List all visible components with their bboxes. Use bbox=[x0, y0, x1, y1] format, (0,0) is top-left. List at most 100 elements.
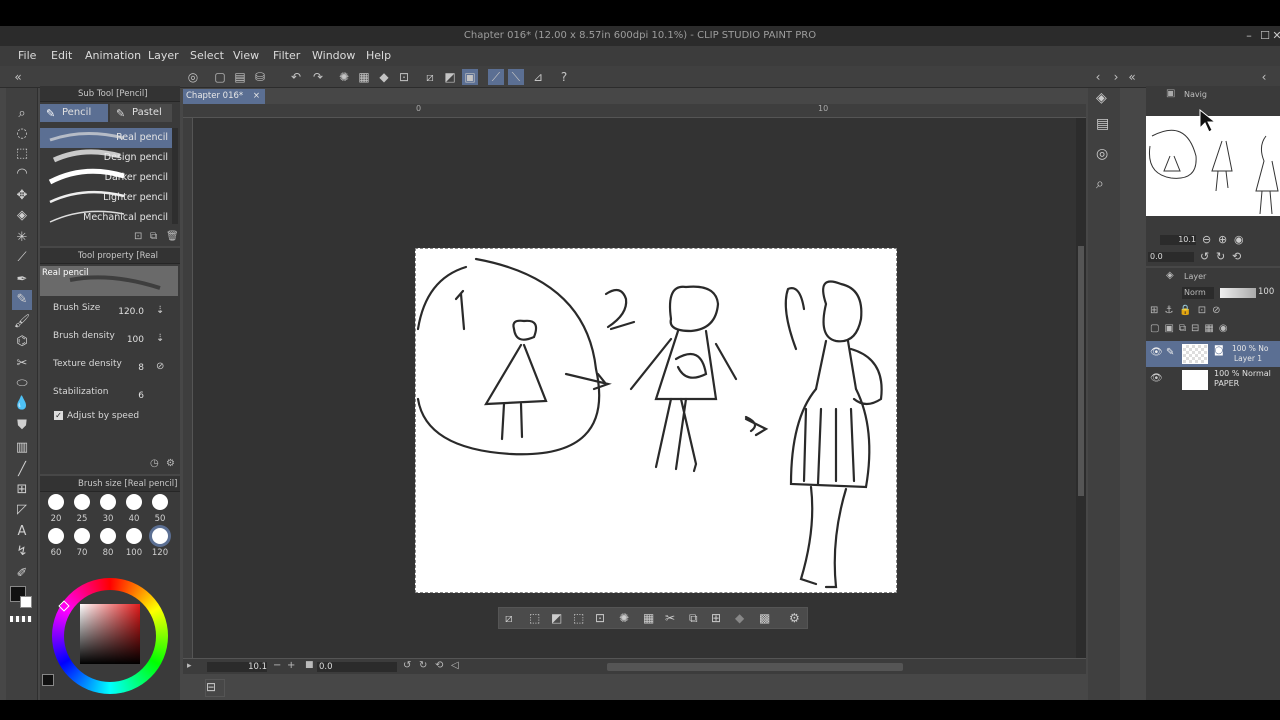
menu-help[interactable]: Help bbox=[366, 46, 391, 66]
launcher-tone-icon[interactable]: ▦ bbox=[643, 611, 654, 625]
move-layer-tool-icon[interactable]: ◌ bbox=[12, 124, 32, 144]
brush-list-scrollbar[interactable] bbox=[172, 128, 178, 224]
collapse-icon[interactable]: « bbox=[10, 69, 26, 85]
horizontal-scroll-thumb[interactable] bbox=[607, 663, 903, 671]
drawing-paper[interactable] bbox=[415, 248, 897, 593]
rotate-right-icon[interactable]: ↻ bbox=[419, 660, 427, 671]
navigator-angle-field[interactable]: 0.0 bbox=[1148, 252, 1194, 262]
navigator-zoom-field[interactable]: 10.1 bbox=[1160, 235, 1196, 245]
move-tool-icon[interactable]: ✥ bbox=[12, 186, 32, 206]
launcher-copy-icon[interactable]: ⧉ bbox=[689, 611, 698, 626]
frame-border-tool-icon[interactable]: ⊞ bbox=[12, 480, 32, 500]
pencil-tool-icon[interactable]: ✎ bbox=[12, 290, 32, 310]
property-detail-icon[interactable]: ⚙ bbox=[166, 458, 175, 469]
invert-selection-icon[interactable]: ◩ bbox=[442, 69, 458, 85]
snap-grid-icon[interactable]: ⊿ bbox=[530, 69, 546, 85]
launcher-invert-icon[interactable]: ◩ bbox=[551, 611, 562, 625]
opacity-value[interactable]: 100 bbox=[1258, 287, 1274, 297]
magic-wand-tool-icon[interactable]: ✳ bbox=[12, 228, 32, 248]
layer-search-icon[interactable]: ◎ bbox=[1096, 146, 1108, 162]
brush-size-dot[interactable] bbox=[126, 528, 142, 544]
eyedropper-tool-icon[interactable]: ⟋ bbox=[12, 248, 32, 268]
navigator-reset-icon[interactable]: ⟲ bbox=[1232, 250, 1241, 263]
launcher-clear-icon[interactable]: ◆ bbox=[735, 611, 744, 625]
menu-select[interactable]: Select bbox=[190, 46, 224, 66]
navigator-rotate-right-icon[interactable]: ↻ bbox=[1216, 250, 1225, 263]
collapse-right-icon[interactable]: « bbox=[1124, 69, 1140, 85]
undo-icon[interactable]: ↶ bbox=[288, 69, 304, 85]
launcher-settings-icon[interactable]: ⚙ bbox=[789, 611, 800, 625]
layer-row-layer1[interactable]: 👁 ✎ ◙ 100 % No Layer 1 bbox=[1146, 341, 1280, 367]
close-button[interactable]: ✕ bbox=[1268, 26, 1280, 46]
gradient-tool-icon[interactable]: ▥ bbox=[12, 438, 32, 458]
deselect-icon[interactable]: ⧄ bbox=[422, 69, 438, 85]
brush-size-dot[interactable] bbox=[152, 494, 168, 510]
launcher-fill-icon[interactable]: ✺ bbox=[619, 611, 629, 625]
brush-size-value[interactable]: 120.0 bbox=[110, 307, 144, 317]
brush-size-dot[interactable] bbox=[74, 494, 90, 510]
tone-icon[interactable]: ▦ bbox=[356, 69, 372, 85]
panel-nav-left-icon[interactable]: ‹ bbox=[1090, 69, 1106, 85]
menu-filter[interactable]: Filter bbox=[273, 46, 300, 66]
layer1-visibility-icon[interactable]: 👁 bbox=[1150, 347, 1163, 358]
opacity-slider[interactable] bbox=[1220, 288, 1256, 298]
timeline-toggle-icon[interactable]: ⊟ bbox=[205, 679, 225, 697]
navigator-zoom-out-icon[interactable]: ⊖ bbox=[1202, 233, 1211, 246]
brush-density-value[interactable]: 100 bbox=[110, 335, 144, 345]
snap-ruler-icon[interactable]: ⟋ bbox=[488, 69, 504, 85]
text-tool-icon[interactable]: A bbox=[12, 522, 32, 542]
launcher-pattern-icon[interactable]: ▩ bbox=[759, 611, 770, 625]
brush-density-pressure-icon[interactable]: ⇣ bbox=[156, 333, 164, 344]
zoom-in-icon[interactable]: + bbox=[287, 660, 295, 671]
status-zoom-field[interactable]: 10.1 bbox=[207, 662, 267, 672]
layer-property-icon[interactable]: ◈ bbox=[1096, 90, 1107, 106]
stabilization-value[interactable]: 6 bbox=[110, 391, 144, 401]
eraser-selection-icon[interactable]: ◆ bbox=[376, 69, 392, 85]
adjust-speed-checkbox[interactable]: ✓ bbox=[54, 411, 63, 420]
help-icon[interactable]: ? bbox=[556, 69, 572, 85]
correct-line-tool-icon[interactable]: ✐ bbox=[12, 564, 32, 584]
layer-tools-row-2[interactable]: ▢▣⧉⊟▦◉ bbox=[1150, 323, 1278, 337]
menu-window[interactable]: Window bbox=[312, 46, 355, 66]
texture-density-value[interactable]: 8 bbox=[110, 363, 144, 373]
launcher-deselect-icon[interactable]: ⧄ bbox=[505, 611, 513, 626]
canvas-tab[interactable]: Chapter 016* × bbox=[183, 89, 265, 104]
material-icon[interactable]: ▤ bbox=[1096, 116, 1109, 132]
eraser2-tool-icon[interactable]: ⬭ bbox=[12, 374, 32, 394]
fit-icon[interactable]: ■ bbox=[305, 660, 314, 670]
pen-tool-icon[interactable]: ✒ bbox=[12, 270, 32, 290]
airbrush-tool-icon[interactable]: ⌬ bbox=[12, 332, 32, 352]
menu-animation[interactable]: Animation bbox=[85, 46, 141, 66]
subtool-menu-icon[interactable]: ⊡ bbox=[134, 231, 142, 242]
layer-row-paper[interactable]: 👁 100 % Normal PAPER bbox=[1146, 367, 1280, 393]
launcher-transform-icon[interactable]: ⊞ bbox=[711, 611, 721, 625]
transform-icon[interactable]: ⊡ bbox=[396, 69, 412, 85]
vertical-scroll-thumb[interactable] bbox=[1078, 246, 1084, 496]
eraser-tool-icon[interactable]: ◈ bbox=[12, 206, 32, 226]
show-selection-icon[interactable]: ▣ bbox=[462, 69, 478, 85]
brush-tool-icon[interactable]: 🖌 bbox=[12, 312, 32, 332]
reset-property-icon[interactable]: ◷ bbox=[150, 458, 159, 469]
open-file-icon[interactable]: ▤ bbox=[232, 69, 248, 85]
panel-expand-icon[interactable]: ‹ bbox=[1256, 69, 1272, 85]
launcher-cut-icon[interactable]: ✂ bbox=[665, 611, 675, 625]
wheel-main-color[interactable] bbox=[42, 674, 54, 686]
launcher-shrink-icon[interactable]: ⊡ bbox=[595, 611, 605, 625]
launcher-select-icon[interactable]: ⬚ bbox=[529, 611, 540, 625]
rotate-left-icon[interactable]: ↺ bbox=[403, 660, 411, 671]
navigator-tab[interactable]: Navig bbox=[1184, 90, 1207, 99]
menu-view[interactable]: View bbox=[233, 46, 259, 66]
vertical-scrollbar[interactable] bbox=[1076, 118, 1086, 658]
menu-file[interactable]: File bbox=[18, 46, 36, 66]
menu-layer[interactable]: Layer bbox=[148, 46, 179, 66]
zoom-tool-icon[interactable]: ⌕ bbox=[12, 104, 32, 124]
blend-tool-icon[interactable]: 💧 bbox=[12, 394, 32, 414]
paper-visibility-icon[interactable]: 👁 bbox=[1150, 373, 1163, 384]
figure-tool-icon[interactable]: ╱ bbox=[12, 460, 32, 480]
flip-icon[interactable]: ◁ bbox=[451, 660, 459, 671]
brush-size-dot[interactable] bbox=[100, 528, 116, 544]
menu-edit[interactable]: Edit bbox=[51, 46, 72, 66]
delete-subtool-icon[interactable]: 🗑 bbox=[166, 231, 179, 242]
brush-size-dot[interactable] bbox=[126, 494, 142, 510]
lasso-tool-icon[interactable]: ◠ bbox=[12, 164, 32, 184]
